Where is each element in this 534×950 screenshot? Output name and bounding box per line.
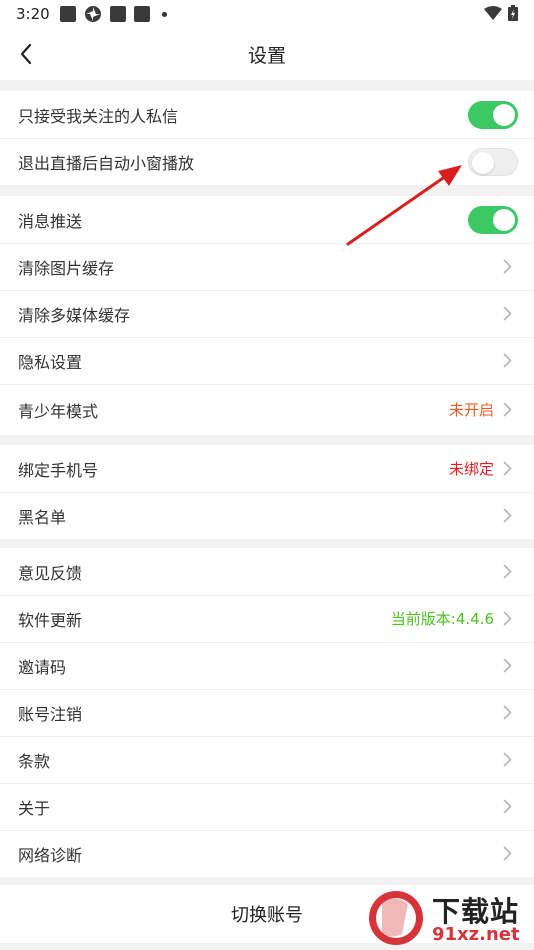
wifi-icon (484, 6, 502, 20)
row-label: 意见反馈 (18, 563, 83, 583)
row-label: 账号注销 (18, 704, 83, 724)
row-label: 条款 (18, 751, 51, 771)
follow-only-dm-toggle[interactable] (468, 100, 518, 129)
chevron-right-icon (502, 564, 512, 580)
row-label: 软件更新 (18, 610, 83, 630)
row-label: 邀请码 (18, 657, 67, 677)
row-label: 清除多媒体缓存 (18, 305, 131, 325)
chevron-right-icon (502, 611, 512, 627)
nav-bar: 设置 (0, 28, 534, 80)
toggle-knob (493, 208, 515, 231)
chevron-right-icon (502, 752, 512, 768)
chevron-right-icon (502, 799, 512, 815)
chevron-right-icon (502, 353, 512, 369)
bind-phone-status: 未绑定 (448, 460, 494, 478)
row-label: 青少年模式 (18, 401, 99, 421)
row-label: 绑定手机号 (18, 460, 99, 480)
status-bar: 3:20 (0, 0, 534, 28)
page-title: 设置 (247, 45, 286, 67)
row-clear-image-cache[interactable]: 清除图片缓存 (0, 243, 534, 290)
row-bind-phone[interactable]: 绑定手机号 未绑定 (0, 445, 534, 492)
row-follow-only-dm: 只接受我关注的人私信 (0, 91, 534, 138)
chevron-right-icon (502, 461, 512, 477)
row-label: 清除图片缓存 (18, 258, 115, 278)
watermark-domain: 91xz.net (432, 924, 520, 945)
row-invite-code[interactable]: 邀请码 (0, 642, 534, 689)
current-version: 当前版本:4.4.6 (390, 610, 494, 628)
toggle-knob (472, 151, 494, 174)
notification-icon (134, 6, 150, 22)
row-delete-account[interactable]: 账号注销 (0, 689, 534, 736)
row-label: 退出直播后自动小窗播放 (18, 153, 195, 173)
row-label: 黑名单 (18, 507, 67, 527)
row-feedback[interactable]: 意见反馈 (0, 548, 534, 595)
row-teen-mode[interactable]: 青少年模式 未开启 (0, 384, 534, 435)
row-about[interactable]: 关于 (0, 783, 534, 830)
chevron-right-icon (502, 846, 512, 862)
row-auto-mini-window: 退出直播后自动小窗播放 (0, 138, 534, 185)
group-about: 意见反馈 软件更新 当前版本:4.4.6 邀请码 账号注销 条款 关于 网络诊断 (0, 548, 534, 877)
row-label: 隐私设置 (18, 352, 83, 372)
row-terms[interactable]: 条款 (0, 736, 534, 783)
row-clear-media-cache[interactable]: 清除多媒体缓存 (0, 290, 534, 337)
row-push-notifications: 消息推送 (0, 196, 534, 243)
toggle-knob (493, 103, 515, 126)
row-network-diagnosis[interactable]: 网络诊断 (0, 830, 534, 877)
pinwheel-icon (85, 6, 101, 22)
row-label: 关于 (18, 798, 51, 818)
row-privacy-settings[interactable]: 隐私设置 (0, 337, 534, 384)
teen-mode-status: 未开启 (448, 401, 494, 419)
chevron-right-icon (502, 508, 512, 524)
status-time: 3:20 (16, 5, 50, 23)
chevron-right-icon (502, 402, 512, 418)
chevron-right-icon (502, 259, 512, 275)
auto-mini-window-toggle[interactable] (468, 147, 518, 176)
chevron-right-icon (502, 306, 512, 322)
group-privacy-toggles: 只接受我关注的人私信 退出直播后自动小窗播放 (0, 91, 534, 185)
row-label: 消息推送 (18, 211, 83, 231)
more-dot-icon (162, 12, 167, 17)
battery-icon (508, 5, 518, 21)
row-label: 只接受我关注的人私信 (18, 106, 179, 126)
push-notifications-toggle[interactable] (468, 205, 518, 234)
group-general: 消息推送 清除图片缓存 清除多媒体缓存 隐私设置 青少年模式 未开启 (0, 196, 534, 435)
group-account-binding: 绑定手机号 未绑定 黑名单 (0, 445, 534, 539)
notification-icon (60, 6, 76, 22)
row-label: 网络诊断 (18, 845, 83, 865)
chevron-right-icon (502, 658, 512, 674)
row-blacklist[interactable]: 黑名单 (0, 492, 534, 539)
chevron-right-icon (502, 705, 512, 721)
row-software-update[interactable]: 软件更新 当前版本:4.4.6 (0, 595, 534, 642)
notification-icon (110, 6, 126, 22)
